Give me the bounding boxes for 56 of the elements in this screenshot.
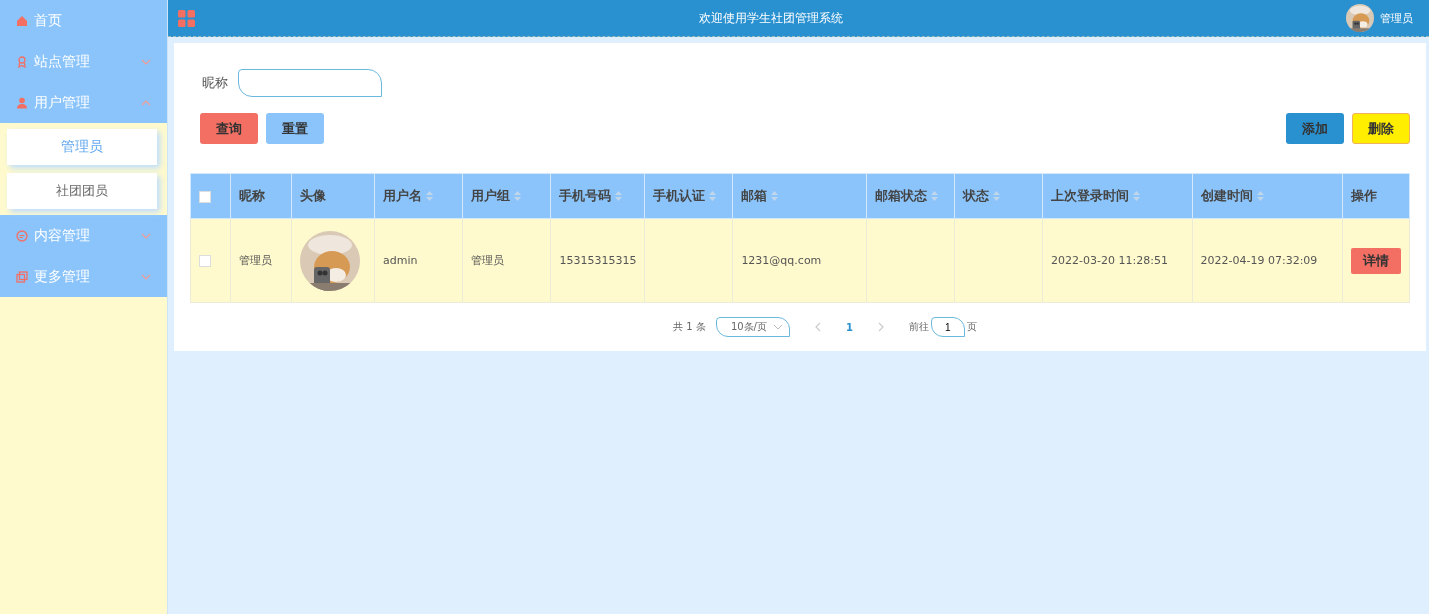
- sort-icon[interactable]: [513, 191, 521, 201]
- table-cell: 2022-04-19 07:32:09: [1200, 254, 1318, 267]
- row-checkbox[interactable]: [199, 255, 211, 267]
- field-label: 昵称: [202, 74, 228, 92]
- column-header: 状态: [963, 188, 990, 203]
- page-suffix: 页: [966, 320, 977, 334]
- column-header: 用户组: [470, 188, 510, 203]
- table-cell: 1231@qq.com: [741, 254, 822, 267]
- column-header: 用户名: [383, 188, 422, 203]
- sort-icon[interactable]: [1256, 191, 1264, 201]
- sort-icon[interactable]: [615, 191, 623, 201]
- column-header: 手机认证: [653, 188, 706, 203]
- sort-icon[interactable]: [771, 191, 779, 201]
- user-icon: [16, 96, 28, 109]
- submenu-item[interactable]: 管理员: [7, 129, 157, 165]
- table-cell: 管理员: [470, 254, 504, 267]
- table-cell: 15315315315: [559, 254, 637, 267]
- reset-button[interactable]: 重置: [266, 113, 324, 144]
- app-title: 欢迎使用学生社团管理系统: [697, 9, 844, 27]
- grid-icon[interactable]: [178, 9, 195, 27]
- sort-icon[interactable]: [426, 191, 433, 201]
- page-field[interactable]: 1: [930, 317, 965, 337]
- column-header: 邮箱: [741, 188, 768, 203]
- total-count: 共 1 条: [673, 320, 706, 334]
- copy-icon: [16, 270, 28, 283]
- next-page-icon[interactable]: [876, 322, 885, 332]
- table-cell: admin: [383, 254, 418, 267]
- submenu-item[interactable]: 社团团员: [7, 173, 157, 209]
- add-button[interactable]: 添加: [1286, 113, 1344, 144]
- sort-icon[interactable]: [1133, 191, 1141, 201]
- select-all-checkbox[interactable]: [199, 191, 211, 203]
- page-number[interactable]: 1: [831, 321, 867, 333]
- home-icon: [16, 14, 28, 27]
- table-cell: 2022-03-20 11:28:51: [1051, 254, 1168, 267]
- column-header: 昵称: [238, 188, 265, 203]
- ribbon-icon: [16, 55, 28, 68]
- prev-page-icon[interactable]: [813, 322, 822, 332]
- sort-icon[interactable]: [993, 191, 1001, 201]
- detail-button[interactable]: 详情: [1350, 247, 1401, 274]
- column-header: 操作: [1350, 188, 1377, 203]
- chevron-down-icon: [772, 324, 783, 330]
- user-name[interactable]: 管理员: [1380, 10, 1413, 26]
- query-button[interactable]: 查询: [200, 113, 258, 144]
- column-header: 头像: [300, 188, 327, 203]
- column-header: 手机号码: [559, 188, 612, 203]
- column-header: 创建时间: [1200, 188, 1253, 203]
- table-cell: 管理员: [238, 254, 272, 267]
- column-header: 上次登录时间: [1051, 188, 1130, 203]
- page-size-select[interactable]: 10条/页: [715, 317, 790, 337]
- column-header: 邮箱状态: [875, 188, 928, 203]
- chat-icon: [16, 229, 28, 242]
- nickname-field[interactable]: [238, 69, 382, 97]
- sort-icon[interactable]: [709, 191, 717, 201]
- delete-button[interactable]: 删除: [1352, 113, 1410, 144]
- sort-icon[interactable]: [931, 191, 939, 201]
- goto-label: 前往: [908, 320, 929, 334]
